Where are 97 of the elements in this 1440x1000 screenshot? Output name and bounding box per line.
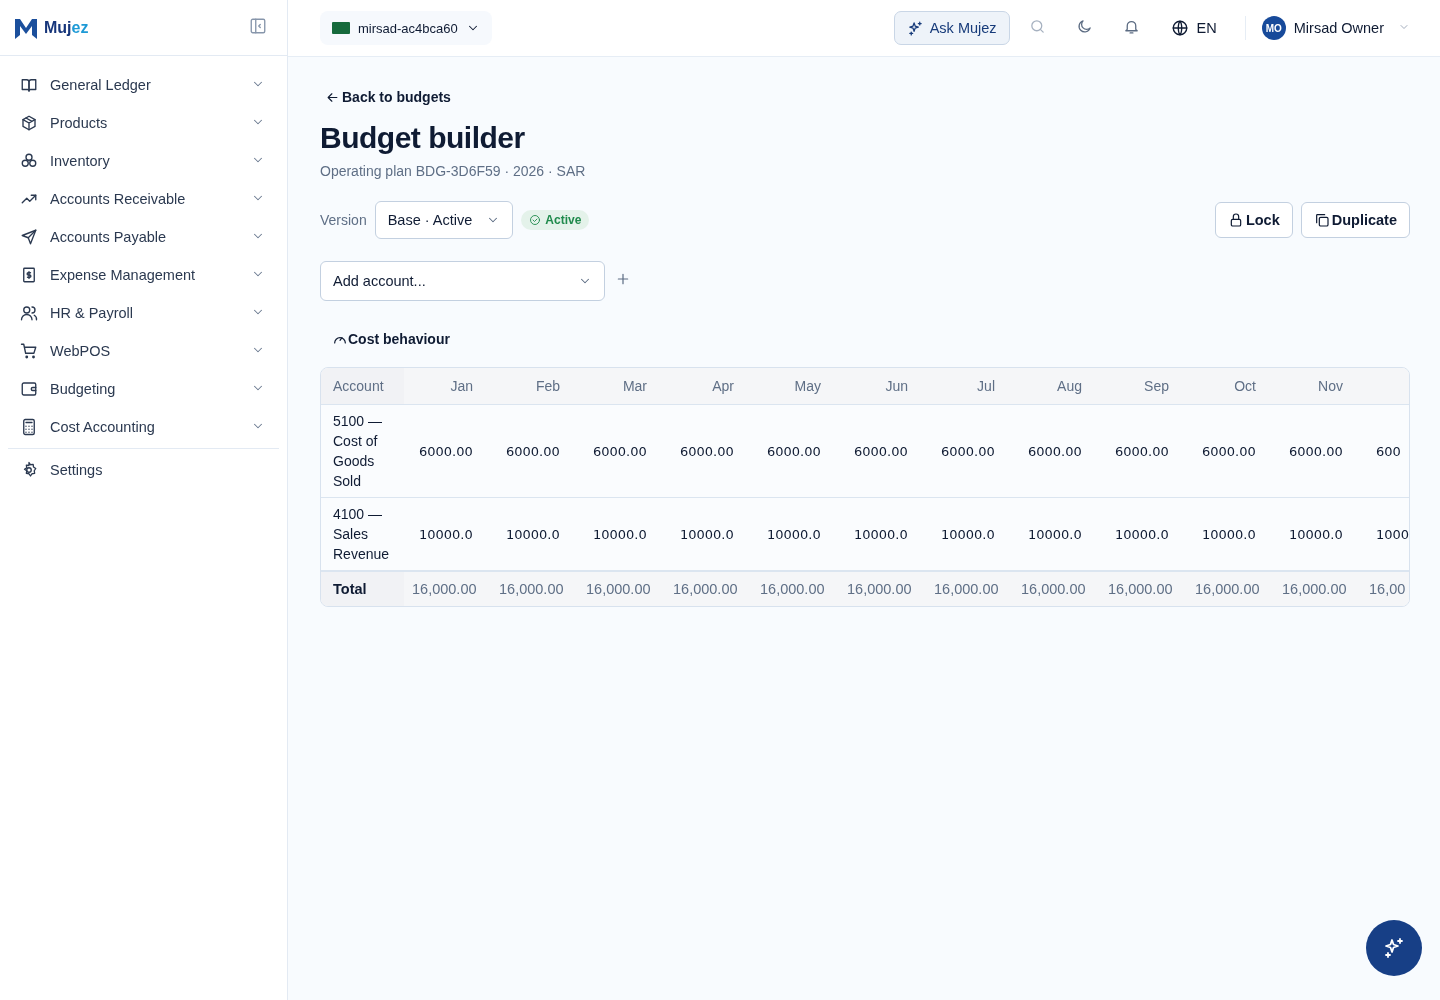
amount-field[interactable]: 6000.00 — [752, 404, 839, 497]
total-cell: 16,000.00 — [578, 570, 665, 606]
moon-icon — [1075, 17, 1093, 35]
total-cell: 16,000.00 — [926, 570, 1013, 606]
sidebar-label: Cost Accounting — [50, 419, 155, 435]
column-header: Oct — [1187, 368, 1274, 404]
receipt-icon — [20, 266, 38, 284]
sidebar-label: Accounts Payable — [50, 229, 167, 245]
flag-icon — [332, 22, 350, 34]
column-header: Account — [321, 368, 404, 404]
amount-field[interactable]: 6000.00 — [665, 404, 752, 497]
column-header: Mar — [578, 368, 665, 404]
sidebar-label: General Ledger — [50, 77, 151, 93]
sidebar-item[interactable]: Inventory — [8, 142, 279, 180]
version-label: Version — [320, 212, 367, 228]
column-header: Jan — [404, 368, 491, 404]
sidebar-label: Products — [50, 115, 108, 131]
amount-field[interactable]: 6000.00 — [404, 404, 491, 497]
cart-icon — [20, 342, 38, 360]
sidebar-label: WebPOS — [50, 343, 111, 359]
status-badge: Active — [521, 210, 590, 230]
amount-field[interactable]: 600 — [1361, 404, 1409, 497]
column-header: Aug — [1013, 368, 1100, 404]
users-icon — [20, 304, 38, 322]
copy-icon — [1313, 212, 1330, 228]
amount-field[interactable]: 6000.00 — [926, 404, 1013, 497]
search-icon — [1028, 17, 1046, 35]
add-account-select[interactable]: Add account... — [320, 261, 605, 301]
version-select[interactable]: Base · Active — [374, 201, 514, 239]
amount-field[interactable]: 6000.00 — [578, 404, 665, 497]
column-header: Apr — [665, 368, 752, 404]
total-cell: 16,000.00 — [1013, 570, 1100, 606]
total-cell: 16,000.00 — [665, 570, 752, 606]
page-title: Budget builder — [320, 121, 526, 155]
total-cell: 16,000.00 — [839, 570, 926, 606]
sidebar-item[interactable]: WebPOS — [8, 332, 279, 370]
sidebar-label: Accounts Receivable — [50, 191, 186, 207]
column-header: May — [752, 368, 839, 404]
total-cell: 16,000.00 — [1187, 570, 1274, 606]
total-cell: 16,00 — [1361, 570, 1409, 606]
column-header: Nov — [1274, 368, 1361, 404]
sidebar-item[interactable]: Settings — [8, 451, 279, 489]
total-cell: 16,000.00 — [491, 570, 578, 606]
amount-field[interactable]: 6000.00 — [1013, 404, 1100, 497]
assistant-button[interactable] — [1366, 920, 1422, 976]
duplicate-button[interactable]: Duplicate — [1300, 202, 1410, 238]
language-selector[interactable]: EN — [1158, 19, 1229, 37]
column-header: Jul — [926, 368, 1013, 404]
check-circle-icon — [529, 214, 542, 226]
workspace-selector[interactable]: mirsad-ac4bca60 — [320, 11, 492, 45]
amount-field[interactable]: 6000.00 — [839, 404, 926, 497]
sidebar-label: HR & Payroll — [50, 305, 133, 321]
logo-icon — [14, 16, 38, 39]
sidebar-item[interactable]: Cost Accounting — [8, 408, 279, 446]
sidebar-item[interactable]: HR & Payroll — [8, 294, 279, 332]
box-icon — [20, 114, 38, 132]
plus-icon — [615, 271, 631, 287]
sparkles-icon — [1382, 936, 1406, 960]
column-header: Sep — [1100, 368, 1187, 404]
send-icon — [20, 228, 38, 246]
sidebar-label: Inventory — [50, 153, 110, 169]
amount-field[interactable]: 6000.00 — [1100, 404, 1187, 497]
lock-button[interactable]: Lock — [1214, 202, 1293, 238]
sparkles-icon — [906, 19, 924, 37]
account-cell: 5100 — Cost of Goods Sold — [321, 404, 404, 497]
total-cell: 16,000.00 — [404, 570, 491, 606]
total-cell: 16,000.00 — [1274, 570, 1361, 606]
user-menu[interactable]: MO Mirsad Owner — [1261, 16, 1410, 40]
avatar: MO — [1261, 16, 1286, 40]
sidebar-item[interactable]: Budgeting — [8, 370, 279, 408]
sidebar-collapse-icon — [249, 16, 267, 35]
cost-behaviour-toggle[interactable]: Cost behaviour — [332, 331, 450, 347]
total-cell: 16,000.00 — [752, 570, 839, 606]
back-link[interactable]: Back to budgets — [325, 89, 451, 105]
boxes-icon — [20, 152, 38, 170]
sidebar-label: Budgeting — [50, 381, 116, 397]
sidebar-item[interactable]: Products — [8, 104, 279, 142]
globe-icon — [1170, 19, 1189, 37]
column-header: Jun — [839, 368, 926, 404]
calculator-icon — [20, 418, 38, 436]
column-header: Feb — [491, 368, 578, 404]
total-label: Total — [321, 570, 404, 606]
total-cell: 16,000.00 — [1100, 570, 1187, 606]
book-icon — [20, 76, 38, 94]
sidebar-item[interactable]: Accounts Payable — [8, 218, 279, 256]
amount-field[interactable]: 6000.00 — [491, 404, 578, 497]
sidebar-item[interactable]: Accounts Receivable — [8, 180, 279, 218]
brand-name: Mujez — [44, 18, 89, 37]
sidebar-label: Settings — [50, 462, 103, 478]
sidebar-label: Expense Management — [50, 267, 196, 283]
sidebar-item[interactable]: General Ledger — [8, 66, 279, 104]
amount-field[interactable]: 6000.00 — [1187, 404, 1274, 497]
amount-field[interactable]: 6000.00 — [1274, 404, 1361, 497]
page-subtitle: Operating plan BDG-3D6F59 · 2026 · SAR — [320, 163, 587, 179]
sidebar-item[interactable]: Expense Management — [8, 256, 279, 294]
ask-button[interactable]: Ask Mujez — [893, 11, 1010, 45]
wallet-icon — [20, 380, 38, 398]
